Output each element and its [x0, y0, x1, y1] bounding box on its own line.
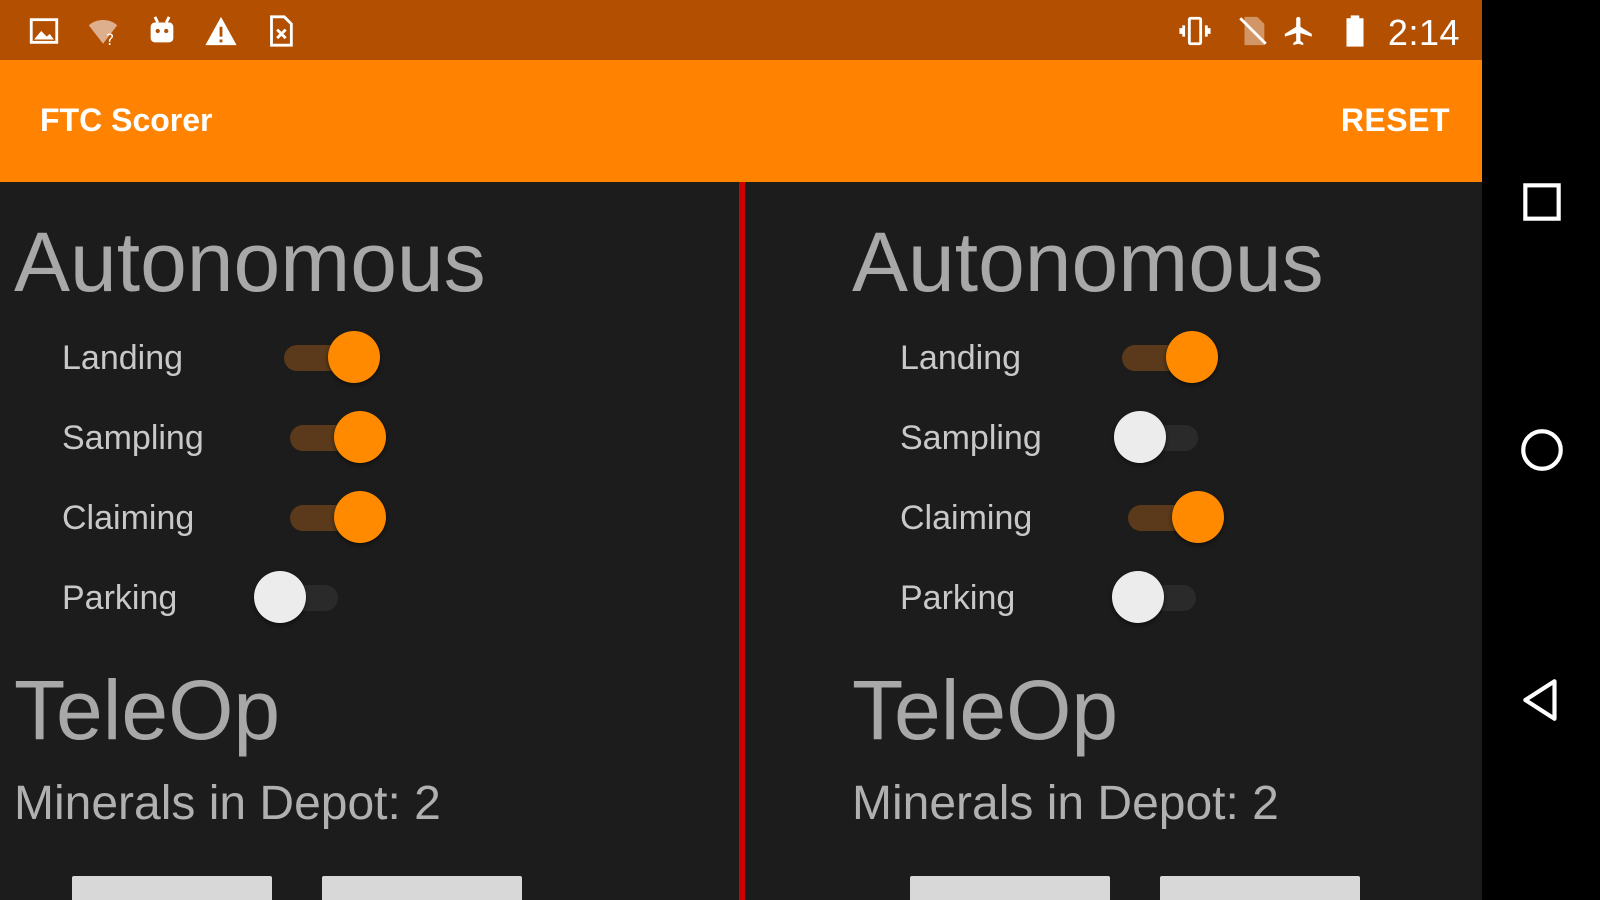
landing-switch[interactable] — [278, 327, 380, 387]
landing-switch[interactable] — [1116, 327, 1218, 387]
toggle-row-sampling: Sampling — [900, 407, 1300, 467]
battery-icon — [1338, 14, 1372, 48]
switch-thumb — [1172, 491, 1224, 543]
switch-thumb — [334, 411, 386, 463]
recents-icon[interactable] — [1512, 172, 1572, 232]
toggle-row-claiming: Claiming — [62, 487, 462, 547]
decrement-button[interactable] — [910, 876, 1110, 900]
autonomous-title: Autonomous — [14, 215, 486, 309]
back-icon[interactable] — [1512, 670, 1572, 730]
switch-thumb — [254, 571, 306, 623]
scoring-content: Autonomous Landing Sampling Claiming Par… — [0, 182, 1482, 900]
increment-button[interactable] — [1160, 876, 1360, 900]
app-bar: FTC Scorer RESET — [0, 60, 1482, 182]
switch-thumb — [1166, 331, 1218, 383]
toggle-label: Sampling — [900, 419, 1042, 457]
panel-divider — [739, 182, 745, 900]
switch-thumb — [1114, 411, 1166, 463]
toggle-row-landing: Landing — [62, 327, 462, 387]
status-bar: ? 2:14 — [0, 0, 1482, 60]
vibrate-icon — [1178, 14, 1212, 48]
home-icon[interactable] — [1512, 420, 1572, 480]
reset-button[interactable]: RESET — [1341, 102, 1450, 139]
app-title: FTC Scorer — [40, 102, 213, 138]
toggle-label: Parking — [62, 579, 178, 617]
teleop-title: TeleOp — [14, 663, 281, 757]
decrement-button[interactable] — [72, 876, 272, 900]
sim-error-icon — [263, 14, 297, 48]
toggle-row-parking: Parking — [62, 567, 462, 627]
toggle-label: Landing — [900, 339, 1022, 377]
alliance-panel-left: Autonomous Landing Sampling Claiming Par… — [0, 182, 736, 900]
switch-thumb — [334, 491, 386, 543]
switch-thumb — [1112, 571, 1164, 623]
alliance-panel-right: Autonomous Landing Sampling Claiming Par… — [840, 182, 1576, 900]
switch-thumb — [328, 331, 380, 383]
toggle-label: Sampling — [62, 419, 204, 457]
navigation-bar — [1482, 0, 1600, 900]
warning-icon — [204, 14, 238, 48]
toggle-label: Parking — [900, 579, 1016, 617]
minerals-in-depot: Minerals in Depot: 2 — [14, 777, 441, 830]
toggle-label: Landing — [62, 339, 184, 377]
status-time: 2:14 — [1387, 12, 1460, 53]
claiming-switch[interactable] — [284, 487, 386, 547]
sampling-switch[interactable] — [1114, 407, 1212, 467]
no-sim-icon — [1236, 14, 1270, 48]
toggle-row-landing: Landing — [900, 327, 1300, 387]
toggle-row-claiming: Claiming — [900, 487, 1300, 547]
toggle-row-sampling: Sampling — [62, 407, 462, 467]
parking-switch[interactable] — [1112, 567, 1210, 627]
sampling-switch[interactable] — [284, 407, 386, 467]
parking-switch[interactable] — [254, 567, 352, 627]
claiming-switch[interactable] — [1122, 487, 1224, 547]
toggle-label: Claiming — [62, 499, 195, 537]
airplane-icon — [1282, 14, 1316, 48]
toggle-row-parking: Parking — [900, 567, 1300, 627]
minerals-in-depot: Minerals in Depot: 2 — [852, 777, 1279, 830]
android-icon — [145, 14, 179, 48]
image-icon — [27, 14, 61, 48]
svg-text:?: ? — [106, 31, 114, 48]
autonomous-title: Autonomous — [852, 215, 1324, 309]
toggle-label: Claiming — [900, 499, 1033, 537]
teleop-title: TeleOp — [852, 663, 1119, 757]
increment-button[interactable] — [322, 876, 522, 900]
wifi-question-icon: ? — [86, 14, 120, 48]
